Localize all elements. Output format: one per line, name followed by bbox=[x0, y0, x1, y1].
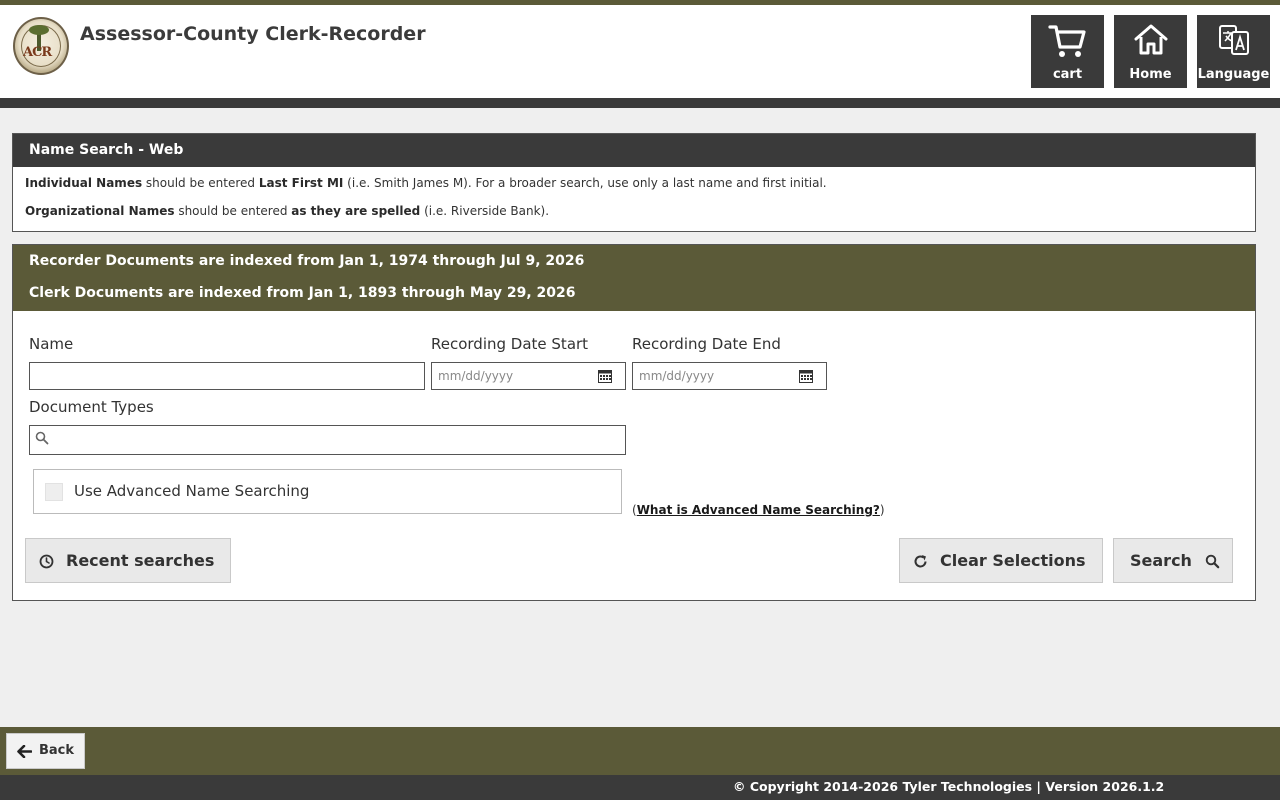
date-start-input[interactable] bbox=[431, 362, 626, 390]
refresh-icon bbox=[914, 555, 927, 568]
back-label: Back bbox=[39, 743, 75, 758]
hint-bold: Organizational Names bbox=[25, 204, 175, 218]
county-logo[interactable]: ACR bbox=[13, 17, 69, 75]
back-button[interactable]: Back bbox=[6, 733, 85, 769]
cart-button[interactable]: cart bbox=[1031, 15, 1104, 88]
hint-text: should be entered bbox=[174, 204, 292, 218]
hint-bold: Last First MI bbox=[258, 176, 344, 190]
clock-icon bbox=[39, 554, 54, 569]
clerk-index-range: Clerk Documents are indexed from Jan 1, … bbox=[29, 285, 576, 301]
hint-bold: as they are spelled bbox=[291, 204, 421, 218]
name-label: Name bbox=[29, 335, 74, 353]
advanced-search-help: (What is Advanced Name Searching?) bbox=[632, 503, 885, 517]
document-types-label: Document Types bbox=[29, 398, 154, 416]
paren-close: ) bbox=[879, 503, 885, 517]
header: ACR Assessor-County Clerk-Recorder cart … bbox=[0, 5, 1280, 98]
language-button[interactable]: Language bbox=[1197, 15, 1270, 88]
individual-names-hint: Individual Names should be entered Last … bbox=[13, 176, 1255, 190]
calendar-icon[interactable] bbox=[598, 369, 612, 383]
clear-selections-button[interactable]: Clear Selections bbox=[899, 538, 1103, 583]
hint-text: (i.e. Riverside Bank). bbox=[420, 204, 550, 218]
copyright-text: © Copyright 2014-2026 Tyler Technologies… bbox=[733, 779, 1165, 794]
hint-text: should be entered bbox=[142, 176, 259, 190]
name-search-info-panel: Name Search - Web Individual Names shoul… bbox=[12, 133, 1256, 232]
translate-icon bbox=[1218, 25, 1249, 55]
home-label: Home bbox=[1129, 67, 1172, 82]
calendar-icon[interactable] bbox=[799, 369, 813, 383]
clear-selections-label: Clear Selections bbox=[940, 551, 1086, 570]
hint-text: (i.e. Smith James M). For a broader sear… bbox=[343, 176, 827, 190]
site-title: Assessor-County Clerk-Recorder bbox=[80, 23, 426, 45]
recorder-index-range: Recorder Documents are indexed from Jan … bbox=[29, 253, 585, 269]
document-types-input[interactable] bbox=[29, 425, 626, 455]
recent-searches-label: Recent searches bbox=[66, 551, 215, 570]
footer: © Copyright 2014-2026 Tyler Technologies… bbox=[0, 775, 1280, 800]
footer-band bbox=[0, 727, 1280, 775]
search-icon bbox=[1205, 554, 1220, 569]
logo-text: ACR bbox=[23, 45, 52, 60]
advanced-search-help-link[interactable]: What is Advanced Name Searching? bbox=[637, 503, 880, 517]
search-icon bbox=[35, 431, 49, 445]
language-label: Language bbox=[1197, 67, 1270, 82]
recent-searches-button[interactable]: Recent searches bbox=[25, 538, 231, 583]
date-end-label: Recording Date End bbox=[632, 335, 781, 353]
advanced-search-label[interactable]: Use Advanced Name Searching bbox=[74, 482, 309, 500]
index-info-band: Recorder Documents are indexed from Jan … bbox=[13, 245, 1255, 311]
name-input[interactable] bbox=[29, 362, 425, 390]
home-icon bbox=[1134, 24, 1167, 55]
search-label: Search bbox=[1130, 551, 1192, 570]
date-end-input[interactable] bbox=[632, 362, 827, 390]
panel-title: Name Search - Web bbox=[13, 134, 1255, 167]
organizational-names-hint: Organizational Names should be entered a… bbox=[13, 204, 1255, 218]
date-start-label: Recording Date Start bbox=[431, 335, 589, 353]
advanced-search-checkbox[interactable] bbox=[45, 483, 63, 501]
home-button[interactable]: Home bbox=[1114, 15, 1187, 88]
header-divider bbox=[0, 98, 1280, 108]
search-button[interactable]: Search bbox=[1113, 538, 1233, 583]
cart-label: cart bbox=[1052, 67, 1083, 82]
cart-icon bbox=[1047, 25, 1086, 57]
advanced-search-box: Use Advanced Name Searching bbox=[33, 469, 622, 514]
arrow-left-icon bbox=[17, 745, 32, 758]
hint-bold: Individual Names bbox=[25, 176, 143, 190]
